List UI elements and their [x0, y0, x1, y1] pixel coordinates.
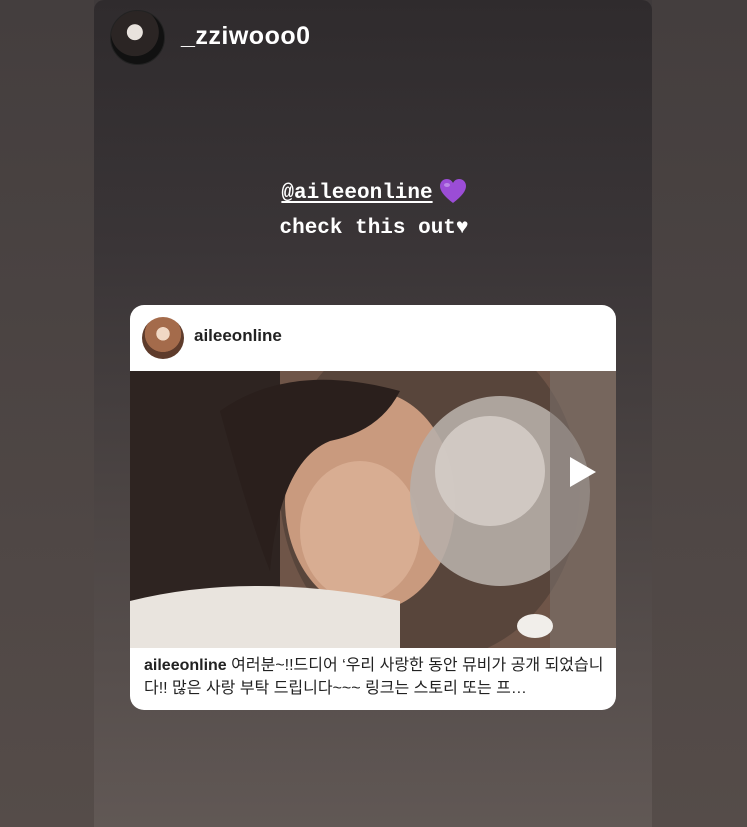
story-author-username[interactable]: _zziwooo0	[181, 22, 311, 51]
story-viewer: _zziwooo0 @aileeonline check this out♥ a…	[0, 0, 747, 827]
shared-post-avatar[interactable]	[142, 317, 184, 359]
mention-link[interactable]: @aileeonline	[281, 182, 432, 205]
shared-post-caption-username[interactable]: aileeonline	[144, 657, 227, 674]
story-author-avatar[interactable]	[110, 10, 165, 65]
shared-post-card[interactable]: aileeonline aileeonline 여러분~!!드디어 ‘우리 사랑…	[130, 305, 616, 710]
shared-post-video-thumbnail[interactable]	[130, 371, 616, 648]
story-caption: @aileeonline check this out♥	[180, 178, 568, 243]
play-icon[interactable]	[564, 455, 598, 489]
blurred-background-right	[652, 0, 747, 827]
blurred-background-left	[0, 0, 94, 827]
purple-heart-icon	[439, 178, 467, 214]
caption-line-1: @aileeonline	[180, 178, 568, 214]
caption-line-2: check this out♥	[279, 217, 469, 240]
shared-post-header: aileeonline	[130, 305, 616, 371]
shared-post-caption: aileeonline 여러분~!!드디어 ‘우리 사랑한 동안 뮤비가 공개 …	[144, 654, 604, 700]
shared-post-username[interactable]: aileeonline	[194, 326, 282, 346]
